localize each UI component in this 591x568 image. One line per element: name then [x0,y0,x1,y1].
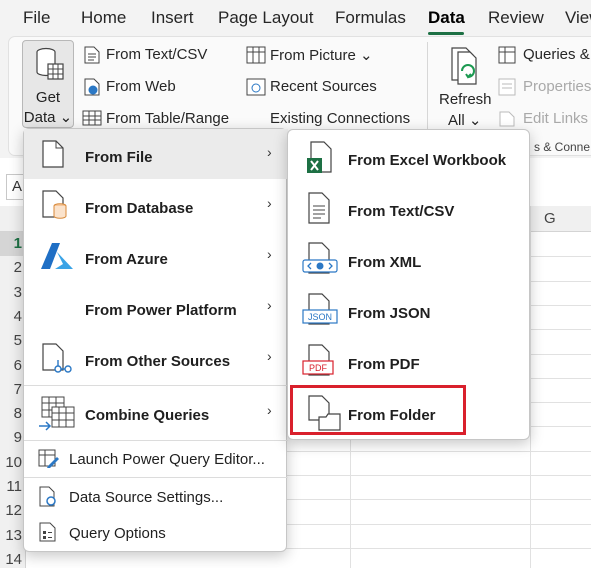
recent-icon [246,78,266,96]
menu-item-data-source-settings[interactable]: Data Source Settings... [24,480,288,514]
menu-item-launch-power-query-editor[interactable]: Launch Power Query Editor... [24,442,288,476]
column-header-g[interactable]: G [544,210,556,227]
json-icon: JSON [302,293,338,325]
ribbon-group-label: s & Conne [534,140,591,154]
from-folder-highlight [290,385,466,435]
refresh-all-label-line1[interactable]: Refresh [439,91,492,108]
tab-view[interactable]: View [565,8,591,28]
menu-separator [24,440,288,441]
menu-label: Launch Power Query Editor... [69,451,265,468]
tab-formulas[interactable]: Formulas [335,8,406,28]
properties-icon [498,78,516,96]
menu-label: From Azure [85,251,168,268]
submenu-label: From XML [348,254,422,271]
menu-item-from-database[interactable]: From Database › [24,180,288,230]
text-file-icon [308,192,330,224]
data-source-settings-icon [39,486,56,507]
tab-insert[interactable]: Insert [151,8,194,28]
menu-label: From Power Platform [85,302,237,319]
chevron-right-icon: › [267,195,272,211]
get-data-button[interactable]: Get Data ⌄ [22,40,74,128]
text-csv-icon [84,46,100,64]
refresh-all-icon [451,47,477,85]
database-table-icon [36,47,64,80]
picture-icon [246,46,266,64]
submenu-item-from-pdf[interactable]: PDF From PDF [288,338,531,388]
chevron-right-icon: › [267,246,272,262]
menu-separator [24,385,288,386]
other-sources-icon [42,343,72,373]
submenu-item-from-excel-workbook[interactable]: From Excel Workbook [288,134,531,184]
azure-icon [41,243,73,269]
menu-item-from-azure[interactable]: From Azure › [24,231,288,281]
edit-links-button[interactable]: Edit Links [523,110,588,127]
menu-item-from-other-sources[interactable]: From Other Sources › [24,333,288,383]
menu-label: Query Options [69,525,166,542]
excel-workbook-icon [307,141,332,173]
tab-file[interactable]: File [23,8,50,28]
globe-icon [84,78,100,96]
from-text-csv-button[interactable]: From Text/CSV [106,46,207,63]
submenu-item-from-xml[interactable]: From XML [288,236,531,286]
recent-sources-button[interactable]: Recent Sources [270,78,377,95]
ribbon-tab-bar: File Home Insert Page Layout Formulas Da… [0,0,591,36]
queries-connections-icon [498,46,516,64]
submenu-label: From PDF [348,356,420,373]
submenu-item-from-text-csv[interactable]: From Text/CSV [288,185,531,235]
menu-item-from-file[interactable]: From File › [24,129,288,179]
tab-review[interactable]: Review [488,8,544,28]
edit-links-icon [499,111,515,127]
active-tab-indicator [428,32,464,35]
database-icon [42,190,67,219]
combine-queries-icon [39,396,75,431]
from-picture-button[interactable]: From Picture ⌄ [270,46,373,64]
get-data-label-line1: Get [35,89,61,106]
submenu-label: From JSON [348,305,431,322]
tab-page-layout[interactable]: Page Layout [218,8,313,28]
menu-item-combine-queries[interactable]: Combine Queries › [24,387,288,439]
svg-text:PDF: PDF [309,363,328,373]
chevron-right-icon: › [267,348,272,364]
menu-label: Data Source Settings... [69,489,224,506]
refresh-all-label-line2[interactable]: All ⌄ [448,111,481,129]
query-options-icon [39,522,56,542]
menu-label: From Other Sources [85,353,231,370]
submenu-label: From Text/CSV [348,203,455,220]
chevron-right-icon: › [267,144,272,160]
menu-label: Combine Queries [85,407,210,424]
table-icon [82,110,102,126]
xml-icon [302,242,338,274]
tab-data[interactable]: Data [428,8,465,28]
properties-button[interactable]: Properties [523,78,591,95]
submenu-label: From Excel Workbook [348,152,507,169]
pdf-icon: PDF [302,344,334,376]
from-web-button[interactable]: From Web [106,78,176,95]
menu-item-query-options[interactable]: Query Options [24,516,288,550]
existing-connections-button[interactable]: Existing Connections [270,110,410,127]
menu-label: From File [85,149,153,166]
get-data-menu: From File › From Database › From Azure ›… [23,128,288,552]
chevron-right-icon: › [267,402,272,418]
chevron-right-icon: › [267,297,272,313]
queries-connections-button[interactable]: Queries & [523,46,590,63]
power-query-editor-icon [38,449,59,468]
menu-separator [24,477,288,478]
svg-text:JSON: JSON [308,312,332,322]
row-header-14[interactable]: 14 [0,551,26,568]
menu-item-from-power-platform[interactable]: From Power Platform › [24,282,288,332]
submenu-item-from-json[interactable]: JSON From JSON [288,287,531,337]
file-icon [42,140,64,168]
from-table-range-button[interactable]: From Table/Range [106,110,229,127]
tab-home[interactable]: Home [81,8,126,28]
menu-label: From Database [85,200,194,217]
get-data-label-line2: Data ⌄ [23,109,73,126]
